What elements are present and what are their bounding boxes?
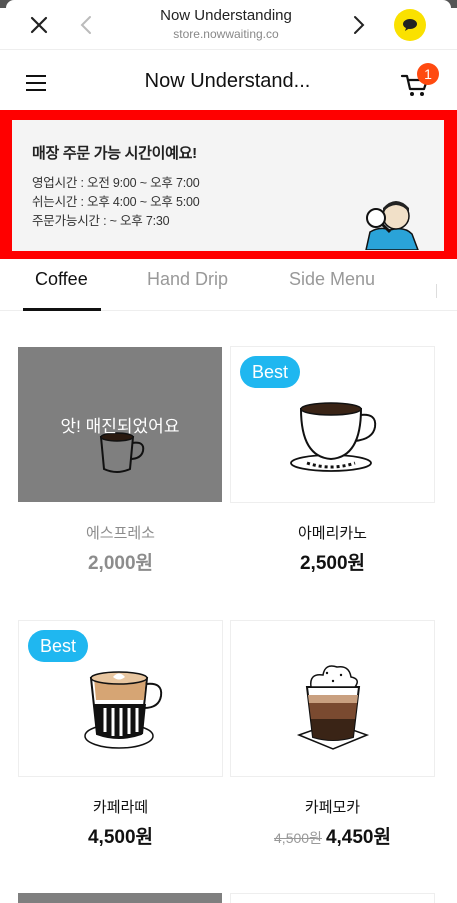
product-price-espresso: 2,000원: [87, 553, 154, 574]
product-name-espresso: 에스프레소: [85, 525, 155, 542]
app-header: Now Understand... 1: [0, 52, 457, 112]
browser-bar: Now Understanding store.nowwaiting.co: [0, 0, 457, 50]
business-hours: 영업시간 : 오전 9:00 ~ 오후 7:00: [32, 176, 200, 190]
cart-count-badge: 1: [417, 63, 439, 85]
store-title: Now Understand...: [144, 70, 311, 92]
mocha-glass-icon: [296, 664, 369, 750]
chat-bubble-icon: [394, 9, 426, 41]
product-card-espresso[interactable]: 앗! 매진되었어요: [18, 347, 222, 502]
cart-button[interactable]: 1: [398, 63, 440, 102]
order-hours: 주문가능시간 : ~ 오후 7:30: [32, 214, 170, 228]
product-name-cafe-mocha: 카페모카: [304, 799, 361, 816]
original-price: 4,500원: [274, 830, 322, 846]
product-card-cafe-mocha[interactable]: [230, 620, 435, 777]
best-badge: Best: [28, 630, 89, 662]
back-arrow-icon[interactable]: [69, 8, 103, 42]
banner-headline: 매장 주문 가능 시간이예요!: [32, 145, 197, 162]
tab-divider: [436, 284, 437, 298]
product-name-americano: 아메리카노: [297, 525, 367, 542]
browser-url: store.nowwaiting.co: [173, 27, 279, 41]
close-icon[interactable]: [22, 8, 56, 42]
product-price-cafe-mocha: 4,500원 4,450원: [230, 822, 435, 849]
sale-price: 4,450원: [325, 827, 391, 848]
sold-out-label: 앗! 매진되었어요: [60, 417, 180, 436]
kakaotalk-button[interactable]: [393, 8, 427, 42]
product-card-cafe-latte[interactable]: Best: [18, 620, 223, 777]
tab-hand-drip[interactable]: Hand Drip: [147, 269, 228, 290]
tab-side-menu[interactable]: Side Menu: [289, 269, 375, 290]
product-price-americano: 2,500원: [299, 553, 366, 574]
product-card-next-right[interactable]: [230, 893, 435, 903]
americano-cup-icon: [289, 401, 376, 472]
latte-cup-icon: [83, 670, 162, 749]
product-price-cafe-latte: 4,500원: [87, 827, 154, 848]
product-card-americano[interactable]: Best: [230, 346, 435, 503]
menu-icon[interactable]: [24, 70, 50, 94]
product-name-cafe-latte: 카페라떼: [92, 799, 149, 816]
magnifier-character-icon: [365, 201, 419, 250]
tab-coffee[interactable]: Coffee: [35, 269, 88, 290]
store-hours-banner[interactable]: 매장 주문 가능 시간이예요! 영업시간 : 오전 9:00 ~ 오후 7:00…: [12, 120, 444, 251]
active-tab-indicator: [23, 308, 101, 311]
browser-title: Now Understanding: [160, 7, 292, 24]
product-image-cafe-mocha: [231, 621, 434, 776]
product-card-next-left[interactable]: [18, 893, 222, 903]
best-badge: Best: [240, 356, 301, 388]
break-hours: 쉬는시간 : 오후 4:00 ~ 오후 5:00: [32, 195, 200, 209]
category-tabs: Coffee Hand Drip Side Menu: [0, 259, 457, 311]
browser-title-block: Now Understanding store.nowwaiting.co: [120, 7, 332, 41]
forward-arrow-icon[interactable]: [342, 8, 376, 42]
